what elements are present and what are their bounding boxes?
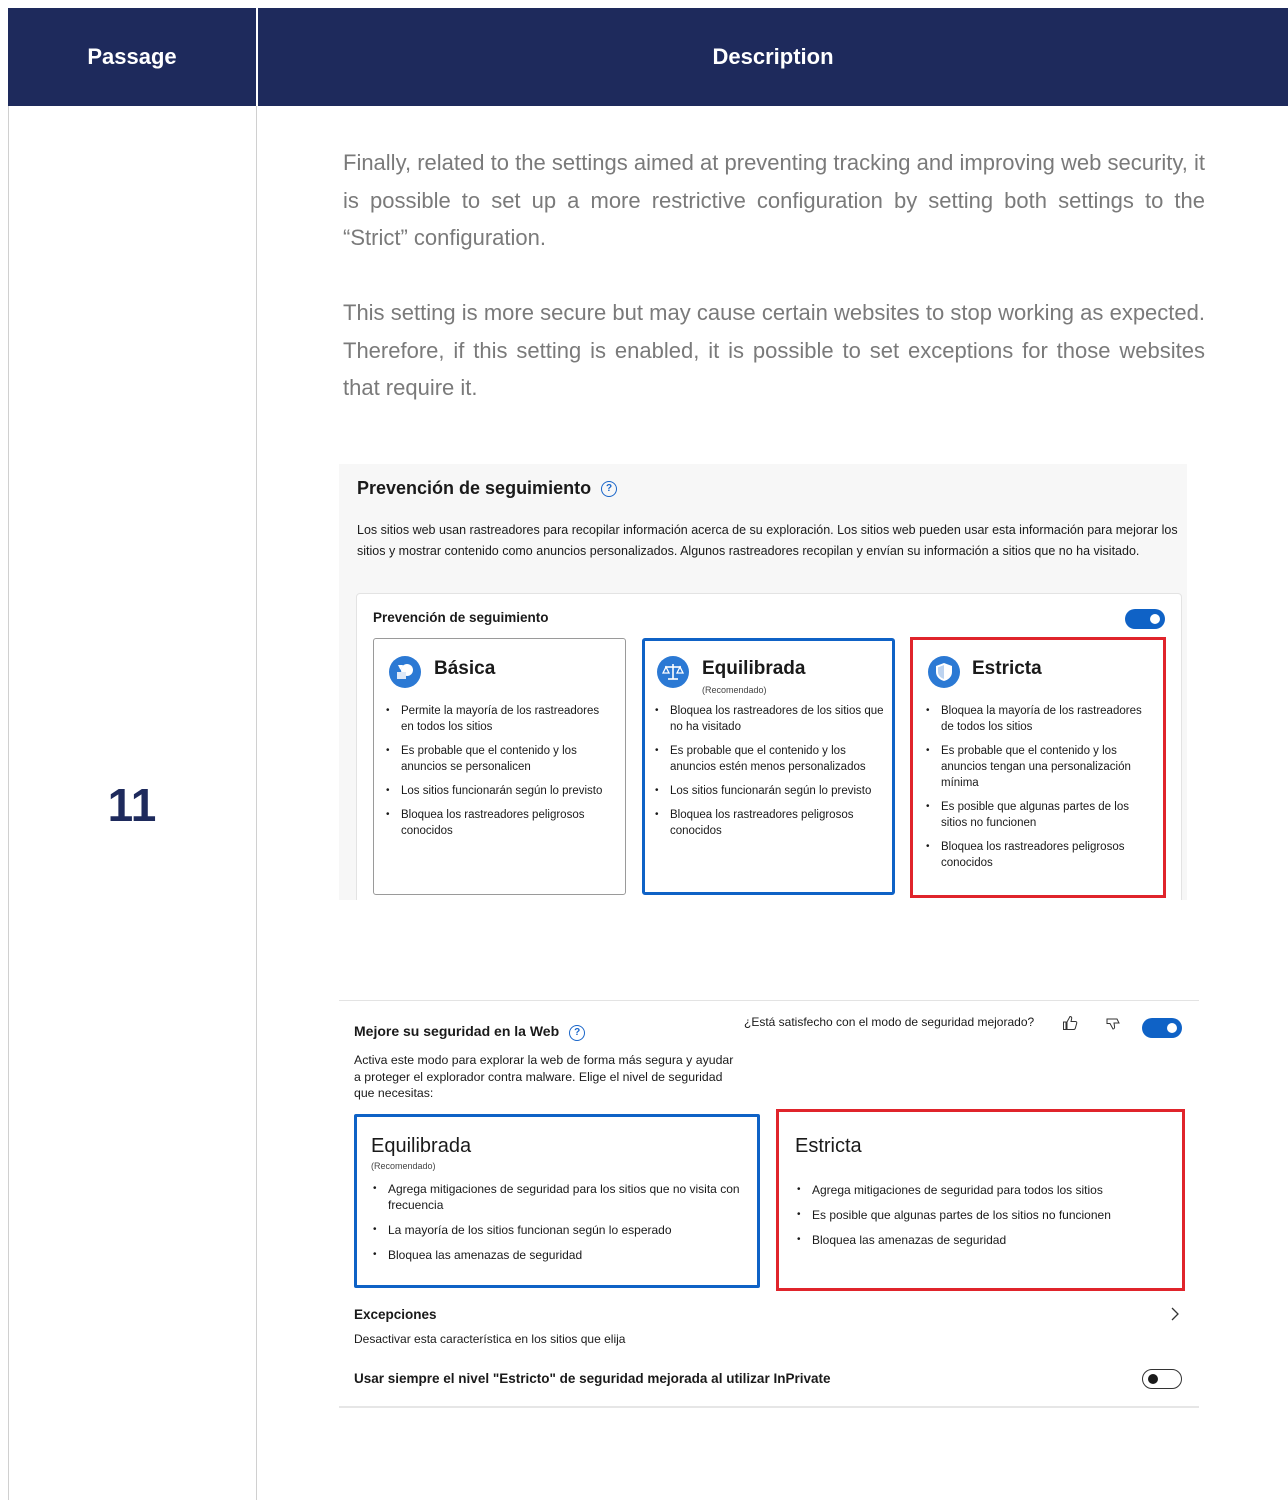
basic-shapes-icon [389,656,421,688]
security-card-balanced-subtitle: (Recomendado) [371,1161,436,1171]
list-item: Los sitios funcionarán según lo previsto [653,783,885,799]
security-card-strict-title: Estricta [795,1135,862,1157]
enhanced-security-toggle[interactable] [1142,1018,1182,1038]
tracking-card-basic[interactable]: Básica Permite la mayoría de los rastrea… [373,638,626,895]
tracking-card-strict[interactable]: Estricta Bloquea la mayoría de los rastr… [910,637,1166,898]
security-card-balanced-title: Equilibrada [371,1135,472,1157]
list-item: Es probable que el contenido y los anunc… [653,743,885,775]
inprivate-strict-toggle[interactable] [1142,1369,1182,1389]
thumbs-down-icon[interactable] [1105,1016,1121,1036]
list-item: Los sitios funcionarán según lo previsto [384,783,614,799]
enhanced-security-description: Activa este modo para explorar la web de… [354,1053,734,1100]
security-card-balanced-bullets: Agrega mitigaciones de seguridad para lo… [371,1181,743,1272]
list-item: Es posible que algunas partes de los sit… [924,799,1154,831]
security-card-strict-bullets: Agrega mitigaciones de seguridad para to… [795,1182,1165,1257]
tracking-prevention-title: Prevención de seguimiento? [357,478,618,499]
description-column-header: Description [712,44,834,69]
tracking-prevention-screenshot: Prevención de seguimiento? Los sitios we… [339,464,1187,900]
tracking-prevention-description: Los sitios web usan rastreadores para re… [357,523,1178,558]
tracking-card-balanced-subtitle: (Recomendado) [702,685,767,695]
passage-column-header: Passage [87,44,177,69]
tracking-card-basic-title: Básica [434,658,496,679]
tracking-card-strict-bullets: Bloquea la mayoría de los rastreadores d… [924,703,1154,879]
question-circle-icon[interactable]: ? [569,1025,586,1041]
tracking-card-balanced-bullets: Bloquea los rastreadores de los sitios q… [653,703,885,847]
passage-number: 11 [107,779,157,831]
list-item: Agrega mitigaciones de seguridad para lo… [371,1181,743,1213]
list-item: Bloquea las amenazas de seguridad [371,1247,743,1263]
tracking-prevention-toggle[interactable] [1125,609,1165,629]
list-item: Bloquea los rastreadores peligrosos cono… [384,807,614,839]
description-paragraph-2: This setting is more secure but may caus… [343,300,1205,400]
list-item: Bloquea la mayoría de los rastreadores d… [924,703,1154,735]
tracking-toggle-label: Prevención de seguimiento [373,610,549,625]
list-item: Bloquea los rastreadores peligrosos cono… [924,839,1154,871]
question-circle-icon[interactable]: ? [601,481,618,497]
list-item: La mayoría de los sitios funcionan según… [371,1222,743,1238]
tracking-card-basic-bullets: Permite la mayoría de los rastreadores e… [384,703,614,847]
list-item: Permite la mayoría de los rastreadores e… [384,703,614,735]
tracking-card-strict-title: Estricta [972,658,1042,679]
scale-icon [657,656,689,688]
tracking-prevention-panel: Prevención de seguimiento Básica Permite… [356,593,1182,900]
thumbs-up-icon[interactable] [1062,1015,1078,1035]
list-item: Agrega mitigaciones de seguridad para to… [795,1182,1165,1198]
table-header: Passage Description [8,8,1288,106]
table-column-divider [256,106,257,1500]
list-item: Bloquea los rastreadores de los sitios q… [653,703,885,735]
feedback-question: ¿Está satisfecho con el modo de segurida… [744,1015,1035,1029]
list-item: Es probable que el contenido y los anunc… [384,743,614,775]
list-item: Es posible que algunas partes de los sit… [795,1207,1165,1223]
chevron-right-icon[interactable] [1169,1306,1181,1326]
security-card-strict[interactable]: Estricta Agrega mitigaciones de segurida… [776,1109,1185,1291]
tracking-card-balanced[interactable]: Equilibrada (Recomendado) Bloquea los ra… [642,638,895,895]
shield-icon [928,656,960,688]
enhanced-security-screenshot: Mejore su seguridad en la Web? ¿Está sat… [339,1000,1199,1408]
exceptions-title[interactable]: Excepciones [354,1307,437,1322]
enhanced-security-title: Mejore su seguridad en la Web? [354,1023,586,1041]
security-card-balanced[interactable]: Equilibrada (Recomendado) Agrega mitigac… [354,1114,760,1288]
description-paragraph-1: Finally, related to the settings aimed a… [343,150,1205,250]
list-item: Bloquea los rastreadores peligrosos cono… [653,807,885,839]
list-item: Es probable que el contenido y los anunc… [924,743,1154,791]
list-item: Bloquea las amenazas de seguridad [795,1232,1165,1248]
inprivate-strict-label: Usar siempre el nivel "Estricto" de segu… [354,1371,831,1386]
exceptions-subtitle: Desactivar esta característica en los si… [354,1332,626,1346]
tracking-card-balanced-title: Equilibrada [702,658,806,679]
